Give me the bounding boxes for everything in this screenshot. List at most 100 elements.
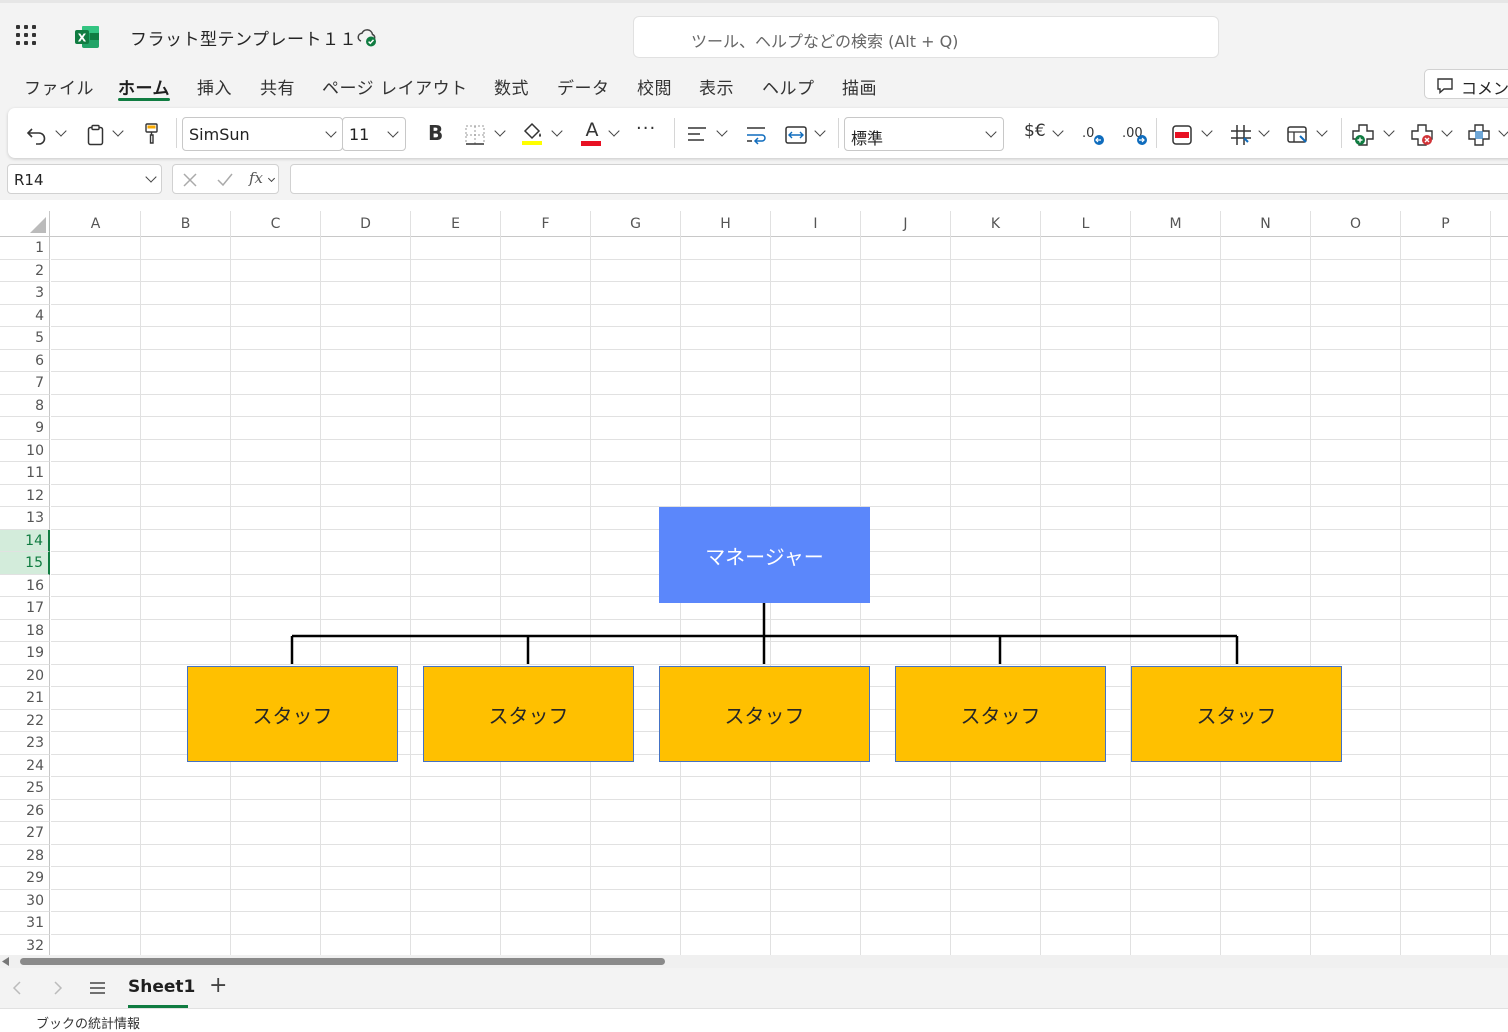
borders-chevron-icon[interactable]: [494, 125, 506, 137]
sheet-tab-sheet1[interactable]: Sheet1: [128, 977, 195, 997]
paste-dropdown-chevron-icon[interactable]: [112, 125, 124, 137]
ribbon-separator: [1341, 118, 1342, 148]
horizontal-scrollbar[interactable]: [0, 955, 1508, 968]
ribbon-panel: SimSun 11 B A ··· 標準 $€ .0 .00: [8, 108, 1508, 158]
font-color-chevron-icon[interactable]: [608, 125, 620, 137]
format-cells-chevron-icon[interactable]: [1498, 125, 1508, 137]
align-chevron-icon[interactable]: [716, 125, 728, 137]
formula-bar: R14 fx: [0, 162, 1508, 200]
font-name-value: SimSun: [189, 125, 250, 144]
undo-icon[interactable]: [26, 122, 48, 148]
staff-label: スタッフ: [1196, 703, 1277, 728]
align-left-icon[interactable]: [686, 122, 708, 148]
insert-cells-chevron-icon[interactable]: [1383, 125, 1395, 137]
document-title[interactable]: フラット型テンプレート１１: [130, 25, 357, 50]
format-as-table-icon[interactable]: [1229, 122, 1253, 148]
tab-home[interactable]: ホーム: [118, 74, 170, 99]
enter-check-icon[interactable]: [216, 172, 234, 188]
tab-draw[interactable]: 描画: [842, 74, 877, 99]
manager-box[interactable]: マネージャー: [659, 507, 870, 603]
staff-label: スタッフ: [252, 703, 333, 728]
name-box[interactable]: R14: [7, 164, 162, 194]
staff-box[interactable]: スタッフ: [1131, 666, 1342, 762]
name-box-chevron-icon: [145, 171, 157, 183]
fx-chevron-icon: [267, 174, 276, 183]
add-sheet-button[interactable]: +: [209, 973, 227, 998]
staff-box[interactable]: スタッフ: [895, 666, 1106, 762]
cancel-icon[interactable]: [182, 172, 198, 188]
delete-cells-chevron-icon[interactable]: [1441, 125, 1453, 137]
more-font-options-button[interactable]: ···: [636, 118, 656, 144]
cloud-saved-icon[interactable]: [356, 26, 378, 48]
conditional-formatting-chevron-icon[interactable]: [1201, 125, 1213, 137]
staff-box[interactable]: スタッフ: [423, 666, 634, 762]
tab-view[interactable]: 表示: [699, 74, 734, 99]
svg-text:.0: .0: [1082, 126, 1094, 141]
name-box-value: R14: [14, 171, 44, 189]
staff-box[interactable]: スタッフ: [659, 666, 870, 762]
app-launcher-icon[interactable]: [16, 25, 38, 47]
insert-function-button[interactable]: fx: [249, 169, 263, 187]
delete-cells-icon[interactable]: [1410, 121, 1436, 147]
format-cells-icon[interactable]: [1467, 121, 1493, 147]
all-sheets-menu-icon[interactable]: [89, 981, 106, 995]
tab-share[interactable]: 共有: [260, 74, 295, 99]
number-format-chevron-icon: [985, 126, 997, 138]
decrease-decimal-icon[interactable]: .0: [1080, 121, 1106, 147]
format-painter-icon[interactable]: [143, 121, 161, 147]
tab-help[interactable]: ヘルプ: [762, 74, 815, 99]
worksheet-grid[interactable]: ABCDEFGHIJKLMNOP 1 2 3 4 5 6 7 8 9 10 11 12 13 14 15 16…: [0, 211, 1508, 955]
merge-chevron-icon[interactable]: [814, 125, 826, 137]
tab-data[interactable]: データ: [557, 74, 610, 99]
tab-file[interactable]: ファイル: [24, 74, 94, 99]
staff-box[interactable]: スタッフ: [187, 666, 398, 762]
staff-label: スタッフ: [724, 703, 805, 728]
manager-label: マネージャー: [705, 544, 824, 569]
font-size-chevron-icon: [387, 126, 399, 138]
paste-icon[interactable]: [86, 122, 106, 148]
previous-sheet-icon[interactable]: [11, 980, 23, 996]
bold-button[interactable]: B: [428, 121, 443, 147]
undo-dropdown-chevron-icon[interactable]: [55, 125, 67, 137]
formula-actions: fx: [172, 164, 279, 194]
comments-label: コメン: [1461, 79, 1508, 98]
font-name-dropdown[interactable]: SimSun: [182, 117, 343, 151]
ribbon-separator: [674, 118, 675, 148]
fill-color-icon[interactable]: [521, 120, 543, 146]
workbook-statistics[interactable]: ブックの統計情報: [36, 1013, 140, 1032]
fill-color-chevron-icon[interactable]: [551, 125, 563, 137]
font-color-swatch: [581, 141, 601, 146]
tab-formulas[interactable]: 数式: [494, 74, 529, 99]
formula-input[interactable]: [290, 164, 1508, 194]
tab-review[interactable]: 校閲: [637, 74, 672, 99]
staff-label: スタッフ: [960, 703, 1041, 728]
tab-insert[interactable]: 挿入: [197, 74, 232, 99]
search-input[interactable]: ツール、ヘルプなどの検索 (Alt + Q): [633, 16, 1219, 58]
comments-button[interactable]: コメン: [1424, 69, 1508, 99]
number-format-value: 標準: [851, 129, 884, 148]
wrap-text-icon[interactable]: [745, 122, 769, 148]
sheet-tab-bar: Sheet1 +: [0, 968, 1508, 1008]
cell-styles-icon[interactable]: [1286, 122, 1310, 148]
borders-icon[interactable]: [464, 122, 486, 148]
conditional-formatting-icon[interactable]: [1171, 122, 1193, 148]
next-sheet-icon[interactable]: [52, 980, 64, 996]
font-name-chevron-icon: [325, 126, 337, 138]
currency-format-button[interactable]: $€: [1024, 121, 1046, 147]
number-format-dropdown[interactable]: 標準: [844, 117, 1004, 151]
currency-chevron-icon[interactable]: [1052, 125, 1064, 137]
merge-center-icon[interactable]: [784, 122, 808, 148]
search-placeholder: ツール、ヘルプなどの検索 (Alt + Q): [691, 32, 959, 51]
increase-decimal-icon[interactable]: .00: [1120, 121, 1150, 147]
ribbon-separator: [1156, 118, 1157, 148]
cell-styles-chevron-icon[interactable]: [1316, 125, 1328, 137]
comment-icon: [1437, 78, 1453, 94]
font-size-dropdown[interactable]: 11: [342, 117, 406, 151]
scroll-left-arrow-icon[interactable]: [2, 957, 10, 966]
excel-logo-icon[interactable]: X: [74, 24, 100, 50]
status-bar: ブックの統計情報: [0, 1008, 1508, 1032]
scrollbar-thumb[interactable]: [20, 958, 665, 965]
insert-cells-icon[interactable]: [1351, 121, 1377, 147]
tab-page-layout[interactable]: ページ レイアウト: [322, 74, 468, 99]
format-as-table-chevron-icon[interactable]: [1258, 125, 1270, 137]
